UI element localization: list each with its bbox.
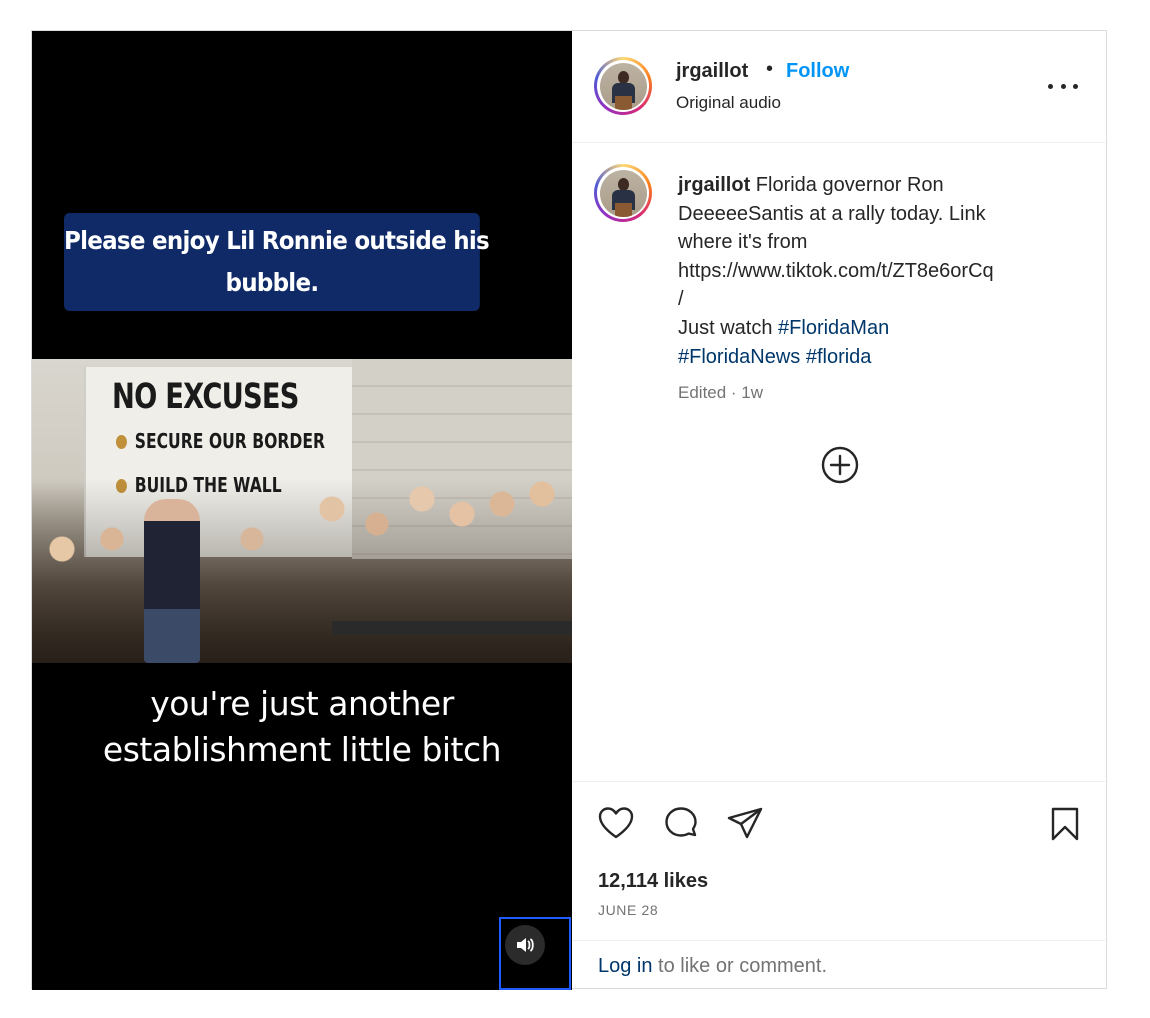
speaker-icon bbox=[517, 938, 534, 952]
more-options-icon[interactable] bbox=[1048, 84, 1078, 90]
standing-speaker bbox=[144, 499, 200, 663]
video-bottom-caption-line: establishment little bitch bbox=[102, 730, 502, 769]
video-top-caption: Please enjoy Lil Ronnie outside his bubb… bbox=[64, 213, 490, 311]
bookmark-icon bbox=[1051, 807, 1079, 841]
caption-avatar[interactable] bbox=[594, 164, 652, 222]
header-username[interactable]: jrgaillot bbox=[676, 60, 748, 83]
bullet-icon bbox=[116, 435, 127, 449]
audio-toggle-circle bbox=[505, 925, 545, 965]
post-caption: jrgaillot Florida governor Ron DeeeeeSan… bbox=[678, 171, 1068, 371]
divider bbox=[572, 781, 1108, 782]
original-audio-link[interactable]: Original audio bbox=[676, 93, 781, 113]
post-side-panel: jrgaillot • Follow Original audio jrgail… bbox=[572, 31, 1108, 990]
caption-text: Florida governor Ron bbox=[755, 174, 944, 196]
stage-platform bbox=[332, 621, 572, 635]
caption-username[interactable]: jrgaillot bbox=[678, 174, 750, 196]
hashtag-link[interactable]: #FloridaNews bbox=[678, 346, 800, 368]
load-more-comments-button[interactable] bbox=[820, 445, 860, 485]
edited-timestamp: Edited · 1w bbox=[678, 383, 764, 402]
like-button[interactable] bbox=[597, 805, 635, 843]
login-prompt: Log in to like or comment. bbox=[598, 955, 827, 978]
comment-button[interactable] bbox=[662, 805, 700, 843]
caption-text: / bbox=[678, 288, 684, 311]
post-date: JUNE 28 bbox=[598, 902, 659, 918]
caption-text: where it's from bbox=[678, 231, 808, 254]
avatar-photo bbox=[599, 169, 647, 217]
video-top-caption-line: Please enjoy Lil Ronnie outside his bbox=[64, 226, 490, 255]
video-frame-rally: NO EXCUSES SECURE OUR BORDER BUILD THE W… bbox=[32, 359, 572, 663]
avatar-photo bbox=[599, 62, 647, 110]
separator-dot: • bbox=[766, 58, 774, 80]
caption-text: DeeeeeSantis at a rally today. Link bbox=[678, 202, 986, 225]
caption-link: https://www.tiktok.com/t/ZT8e6orCq bbox=[678, 259, 994, 282]
post-video[interactable]: Please enjoy Lil Ronnie outside his bubb… bbox=[32, 31, 572, 990]
hashtag-link[interactable]: #florida bbox=[806, 346, 872, 368]
instagram-post: Please enjoy Lil Ronnie outside his bubb… bbox=[31, 30, 1108, 990]
login-link[interactable]: Log in bbox=[598, 955, 653, 977]
video-bottom-caption: you're just another establishment little… bbox=[32, 681, 572, 773]
login-prompt-text: to like or comment. bbox=[652, 955, 828, 977]
audio-toggle-button[interactable] bbox=[499, 917, 571, 990]
post-footer: Log in to like or comment. bbox=[572, 940, 1108, 990]
follow-button[interactable]: Follow bbox=[786, 60, 849, 83]
hashtag-link[interactable]: #FloridaMan bbox=[778, 317, 889, 339]
caption-text: Just watch bbox=[678, 316, 779, 339]
avatar[interactable] bbox=[594, 57, 652, 115]
banner-line: SECURE OUR BORDER bbox=[116, 429, 325, 453]
video-bottom-caption-line: you're just another bbox=[150, 684, 454, 723]
save-button[interactable] bbox=[1046, 805, 1084, 843]
likes-count[interactable]: 12,114 likes bbox=[598, 870, 708, 893]
share-button[interactable] bbox=[726, 805, 764, 843]
post-header: jrgaillot • Follow Original audio bbox=[572, 31, 1108, 143]
video-top-caption-line: bubble. bbox=[225, 268, 319, 297]
banner-heading: NO EXCUSES bbox=[112, 377, 299, 417]
comment-icon bbox=[665, 807, 697, 837]
heart-icon bbox=[598, 807, 634, 839]
seated-crowd bbox=[32, 479, 572, 663]
share-icon bbox=[727, 807, 763, 839]
plus-circle-icon bbox=[821, 446, 859, 484]
